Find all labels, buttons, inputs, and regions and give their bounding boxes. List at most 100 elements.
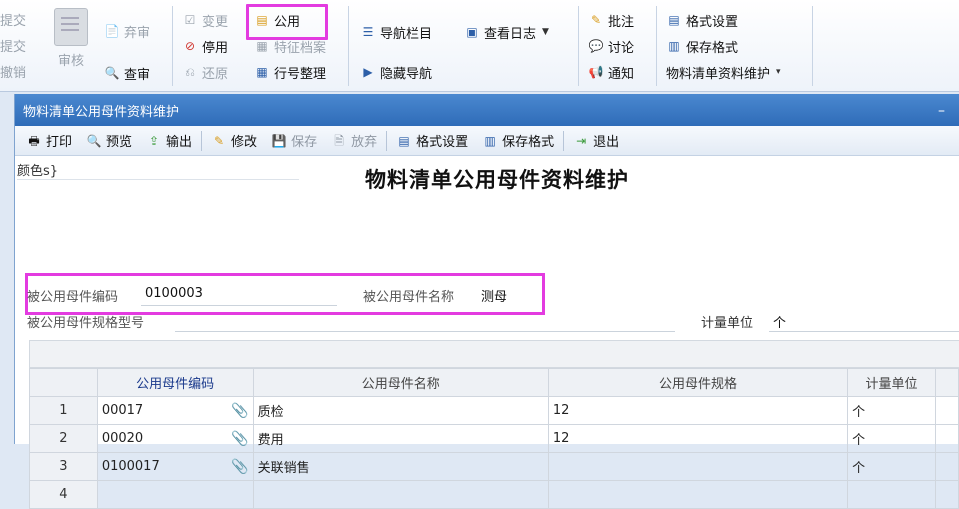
pencil-icon: ✎: [214, 133, 225, 148]
preview-button[interactable]: 🔍 预览: [79, 129, 139, 153]
name-cell[interactable]: 费用: [252, 424, 549, 453]
code-column-header[interactable]: 公用母件编码: [96, 368, 254, 397]
annotate-button[interactable]: ✎ 批注: [588, 9, 634, 31]
archive-icon: ▦: [256, 39, 268, 53]
notify-button[interactable]: 📢 通知: [588, 61, 635, 83]
code-value: 00017: [101, 402, 144, 418]
save-button[interactable]: 💾 保存: [264, 129, 324, 153]
bom-maint-dropdown[interactable]: 物料清单资料维护 ▾: [666, 61, 781, 83]
parent-name-field[interactable]: 测母: [481, 286, 507, 305]
check-review-button[interactable]: 🔍 查审: [104, 62, 151, 84]
spec-cell[interactable]: 12: [547, 396, 849, 425]
discard-button[interactable]: 🗎 放弃: [324, 129, 384, 153]
ribbon-resubmit-partial[interactable]: 提交: [0, 34, 26, 56]
name-column-header[interactable]: 公用母件名称: [252, 368, 549, 397]
export-button[interactable]: ⇪ 输出: [139, 129, 199, 153]
paperclip-icon[interactable]: 📎: [231, 431, 248, 447]
disable-label: 停用: [202, 40, 229, 56]
unit-cell[interactable]: [847, 480, 937, 509]
code-cell[interactable]: [96, 480, 254, 509]
nav-bar-button[interactable]: ☰ 导航栏目: [360, 21, 432, 43]
feature-archive-label: 特征档案: [274, 40, 327, 56]
change-button[interactable]: ☑ 变更: [182, 9, 228, 31]
toolbar-separator: [386, 130, 388, 151]
edit-button[interactable]: ✎ 修改: [204, 129, 264, 153]
ribbon-separator: [578, 6, 579, 86]
bom-maint-label: 物料清单资料维护: [666, 66, 771, 82]
unit-column-header[interactable]: 计量单位: [847, 368, 937, 397]
search-document-icon: 🔍: [104, 66, 120, 80]
save-format-button[interactable]: ▥ 保存格式: [475, 129, 561, 153]
unit-cell[interactable]: 个: [847, 452, 937, 481]
extra-cell: [935, 396, 959, 425]
paperclip-icon[interactable]: 📎: [231, 403, 248, 419]
spec-cell[interactable]: 12: [547, 424, 849, 453]
table-row[interactable]: 4: [29, 480, 959, 509]
extra-cell: [935, 424, 959, 453]
unit-cell[interactable]: 个: [847, 396, 937, 425]
grid-header-row: 公用母件编码 公用母件名称 公用母件规格 计量单位: [29, 368, 959, 397]
hide-nav-label: 隐藏导航: [380, 66, 433, 82]
discard-label: 放弃: [351, 135, 378, 150]
ribbon-format-settings-button[interactable]: ▤ 格式设置: [666, 9, 738, 31]
abandon-review-button[interactable]: 📄 弃审: [104, 20, 151, 42]
paperclip-icon[interactable]: 📎: [231, 459, 248, 475]
view-log-button[interactable]: ▣ 查看日志 ▼: [464, 21, 549, 43]
code-value: 00020: [101, 430, 144, 446]
code-cell[interactable]: 00020 📎: [96, 424, 254, 453]
print-button[interactable]: 🖶 打印: [19, 129, 79, 153]
format-icon: ▤: [668, 13, 680, 27]
ribbon-save-format-button[interactable]: ▥ 保存格式: [666, 35, 738, 57]
code-cell[interactable]: 00017 📎: [96, 396, 254, 425]
row-organize-button[interactable]: ▦ 行号整理: [254, 61, 326, 83]
parent-code-field[interactable]: 0100003: [145, 286, 203, 301]
feature-archive-button[interactable]: ▦ 特征档案: [254, 35, 326, 57]
name-cell[interactable]: [252, 480, 549, 509]
discuss-label: 讨论: [608, 40, 635, 56]
document-icon: 📄: [104, 24, 120, 38]
window-titlebar[interactable]: 物料清单公用母件资料维护 –: [15, 94, 959, 126]
restore-button[interactable]: ⎌ 还原: [182, 61, 228, 83]
preview-label: 预览: [106, 135, 133, 150]
code-value: 0100017: [101, 458, 160, 474]
restore-icon: ⎌: [185, 65, 195, 79]
minimize-button[interactable]: –: [938, 103, 945, 119]
name-cell[interactable]: 关联销售: [252, 452, 549, 481]
toolbar-separator: [563, 130, 565, 151]
bom-public-parent-window: 物料清单公用母件资料维护 – 🖶 打印 🔍 预览 ⇪ 输出 ✎ 修改 💾 保存 …: [14, 94, 959, 509]
audit-button[interactable]: 审核: [54, 8, 88, 69]
parent-spec-label: 被公用母件规格型号: [27, 316, 145, 331]
export-icon: ⇪: [149, 133, 160, 148]
save-icon: 💾: [271, 133, 287, 148]
ribbon-submit-label: 提交: [0, 13, 27, 29]
abandon-review-label: 弃审: [124, 25, 151, 41]
spec-column-header[interactable]: 公用母件规格: [547, 368, 849, 397]
unit-field[interactable]: 个: [773, 312, 786, 331]
view-log-label: 查看日志: [484, 26, 537, 42]
spec-cell[interactable]: [547, 452, 849, 481]
table-row[interactable]: 2 00020 📎 费用 12 个: [29, 424, 959, 453]
format-settings-button[interactable]: ▤ 格式设置: [389, 129, 475, 153]
row-number: 4: [29, 480, 98, 509]
exit-button[interactable]: ⇥ 退出: [566, 129, 626, 153]
change-label: 变更: [202, 14, 229, 30]
parent-name-label: 被公用母件名称: [363, 290, 455, 305]
ribbon-revoke-partial[interactable]: 撤销: [0, 60, 26, 82]
code-cell[interactable]: 0100017 📎: [96, 452, 254, 481]
extra-column-header: [935, 368, 959, 397]
discuss-button[interactable]: 💬 讨论: [588, 35, 635, 57]
spec-cell[interactable]: [547, 480, 849, 509]
name-cell[interactable]: 质检: [252, 396, 549, 425]
print-label: 打印: [46, 135, 73, 150]
ribbon-submit-partial[interactable]: 提交: [0, 8, 26, 30]
megaphone-icon: 📢: [588, 65, 604, 79]
table-row[interactable]: 1 00017 📎 质检 12 个: [29, 396, 959, 425]
row-number: 3: [29, 452, 98, 481]
hide-nav-button[interactable]: ▶ 隐藏导航: [360, 61, 432, 83]
toolbar-separator: [201, 130, 203, 151]
unit-cell[interactable]: 个: [847, 424, 937, 453]
chevron-down-icon[interactable]: ▼: [542, 27, 549, 37]
table-row[interactable]: 3 0100017 📎 关联销售 个: [29, 452, 959, 481]
unit-label: 计量单位: [701, 316, 754, 331]
disable-button[interactable]: ⊘ 停用: [182, 35, 228, 57]
